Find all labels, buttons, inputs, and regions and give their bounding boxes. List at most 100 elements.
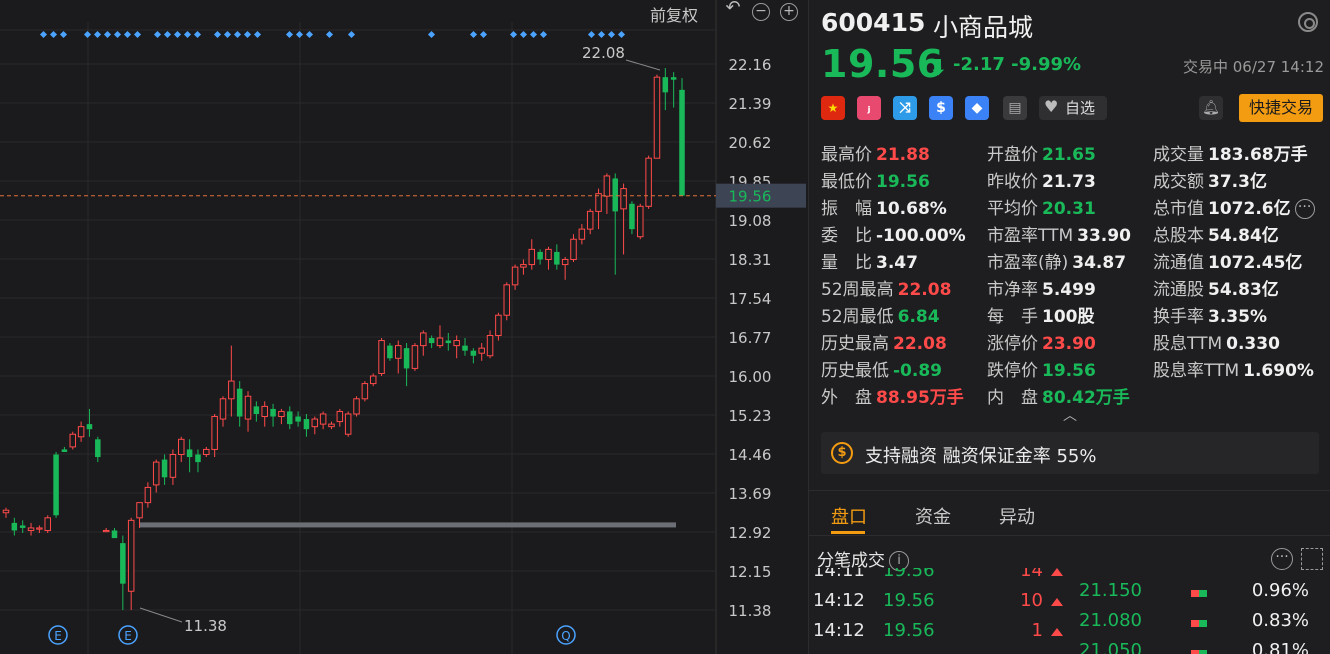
candle-body bbox=[344, 413, 352, 435]
tab-bar: 盘口 资金 异动 bbox=[809, 490, 1330, 536]
event-diamond-icon bbox=[173, 30, 182, 39]
candle-body bbox=[478, 347, 485, 354]
candle-body bbox=[44, 517, 51, 531]
stat-cell: 每 手 100股 bbox=[987, 302, 1095, 327]
candle-body bbox=[662, 77, 669, 93]
stats-grid: 最高价 21.88 开盘价 21.65 成交量 183.68万手 最低价 19.56 昨收价 21… bbox=[821, 140, 1330, 410]
event-diamond-icon bbox=[243, 30, 252, 39]
event-diamond-icon bbox=[607, 30, 616, 39]
stat-value: 34.87 bbox=[1072, 253, 1127, 273]
event-diamond-icon bbox=[597, 30, 606, 39]
stat-value: 88.95万手 bbox=[876, 388, 964, 408]
candle-body bbox=[378, 340, 385, 374]
event-marker-label: E bbox=[124, 629, 132, 643]
event-diamond-icon bbox=[103, 30, 112, 39]
more-icon[interactable]: ··· bbox=[1294, 199, 1315, 219]
stat-value: 80.42万手 bbox=[1042, 388, 1130, 408]
event-diamond-icon bbox=[223, 30, 232, 39]
dollar-icon[interactable]: $ bbox=[929, 96, 953, 120]
event-diamond-icon bbox=[253, 30, 262, 39]
high-label: 22.08 bbox=[582, 44, 625, 62]
margin-info-bar[interactable]: $ 支持融资 融资保证金率 55% bbox=[821, 432, 1319, 474]
stat-label: 振 幅 bbox=[821, 199, 872, 219]
candle-body bbox=[161, 459, 168, 478]
candle-body bbox=[545, 248, 552, 261]
stat-cell: 市净率 5.499 bbox=[987, 275, 1096, 300]
stat-label: 股息率TTM bbox=[1153, 361, 1240, 381]
layout-icon[interactable] bbox=[1301, 548, 1323, 570]
watchlist-button[interactable]: ♥ 自选 bbox=[1039, 96, 1107, 120]
candle-body bbox=[612, 178, 618, 212]
event-diamond-icon bbox=[285, 30, 294, 39]
candle-body bbox=[586, 210, 594, 230]
candle-body bbox=[11, 522, 18, 531]
candle-body bbox=[570, 238, 577, 261]
stat-cell: 股息率TTM 1.690% bbox=[1153, 356, 1314, 381]
candle-body bbox=[287, 411, 293, 425]
margin-trade-icon[interactable]: ⱼ bbox=[857, 96, 881, 120]
candle-body bbox=[152, 461, 160, 486]
quick-trade-button[interactable]: 快捷交易 bbox=[1239, 94, 1323, 122]
stat-cell: 52周最低 6.84 bbox=[821, 302, 940, 327]
event-diamond-icon bbox=[83, 30, 92, 39]
candle-body bbox=[61, 449, 68, 452]
y-tick-label: 12.15 bbox=[729, 563, 772, 581]
gear-icon[interactable] bbox=[1298, 12, 1318, 32]
tick-price: 19.56 bbox=[883, 568, 935, 581]
candle-body bbox=[36, 527, 43, 530]
candle-body bbox=[144, 486, 152, 504]
candle-body bbox=[19, 525, 26, 528]
candle-body bbox=[136, 502, 143, 519]
candle-body bbox=[645, 157, 652, 207]
collapse-caret-icon[interactable]: ︿ bbox=[1063, 405, 1077, 425]
tab-orderbook[interactable]: 盘口 bbox=[831, 503, 867, 529]
stat-label: 总市值 bbox=[1153, 199, 1204, 219]
tab-funds[interactable]: 资金 bbox=[915, 503, 951, 529]
event-diamond-icon bbox=[39, 30, 48, 39]
stat-value: 21.65 bbox=[1042, 145, 1096, 165]
candle-body bbox=[120, 543, 126, 584]
last-price: 19.56 bbox=[821, 42, 944, 86]
stat-label: 开盘价 bbox=[987, 145, 1038, 165]
stock-connect-icon[interactable]: ⤨ bbox=[893, 96, 917, 120]
kline-chart[interactable]: 前复权 ↶ − + 22.16 21.39 20.62 19.85 19.08 18.31… bbox=[0, 0, 808, 654]
tick-price: 19.56 bbox=[883, 620, 935, 641]
depth-list[interactable]: 21.150 0.96% 21.080 0.83% 21.050 0.81% bbox=[1071, 568, 1330, 654]
stat-cell: 开盘价 21.65 bbox=[987, 140, 1096, 165]
event-diamond-icon bbox=[193, 30, 202, 39]
flag-cn-icon[interactable]: ★ bbox=[821, 96, 845, 120]
depth-pct: 0.83% bbox=[1251, 610, 1309, 631]
candle-body bbox=[69, 433, 77, 448]
tick-volume: 1 bbox=[1031, 620, 1043, 641]
tick-row: 14:11 19.56 14 bbox=[809, 568, 1069, 590]
stat-label: 最低价 bbox=[821, 172, 872, 192]
tag-icon[interactable]: ◆ bbox=[965, 96, 989, 120]
tick-time: 14:12 bbox=[813, 590, 865, 611]
depth-price: 21.080 bbox=[1079, 610, 1142, 631]
quote-panel: 600415 小商品城 19.56 ⬇ -2.17 -9.99% 交易中 06/… bbox=[808, 0, 1330, 654]
candle-body bbox=[219, 398, 227, 420]
stat-cell: 换手率 3.35% bbox=[1153, 302, 1267, 327]
stats-row: 量 比 3.47 市盈率(静) 34.87 流通值 1072.45亿 bbox=[821, 248, 1330, 275]
stat-value: -0.89 bbox=[893, 361, 942, 381]
stat-cell: 昨收价 21.73 bbox=[987, 167, 1096, 192]
tab-movements[interactable]: 异动 bbox=[999, 503, 1035, 529]
stat-value: 33.90 bbox=[1077, 226, 1131, 246]
candle-body bbox=[595, 193, 602, 212]
tick-time: 14:11 bbox=[813, 568, 865, 581]
event-diamond-icon bbox=[509, 30, 518, 39]
stat-label: 昨收价 bbox=[987, 172, 1038, 192]
tick-list[interactable]: 14:11 19.56 14 14:12 19.56 10 14:12 19.56 1 bbox=[809, 568, 1069, 654]
bell-icon[interactable]: 🔔︎ bbox=[1199, 96, 1223, 120]
tick-row: 14:12 19.56 1 bbox=[809, 620, 1069, 650]
more-icon[interactable]: ··· bbox=[1271, 548, 1293, 570]
stat-label: 每 手 bbox=[987, 307, 1038, 327]
event-diamond-icon bbox=[183, 30, 192, 39]
stat-cell: 股息TTM 0.330 bbox=[1153, 329, 1280, 354]
notes-icon[interactable]: ▤ bbox=[1003, 96, 1027, 120]
heart-icon: ♥ bbox=[1044, 97, 1059, 116]
event-diamond-icon bbox=[529, 30, 538, 39]
stat-label: 52周最低 bbox=[821, 307, 894, 327]
candle-body bbox=[486, 334, 494, 357]
candle-body bbox=[561, 259, 569, 266]
